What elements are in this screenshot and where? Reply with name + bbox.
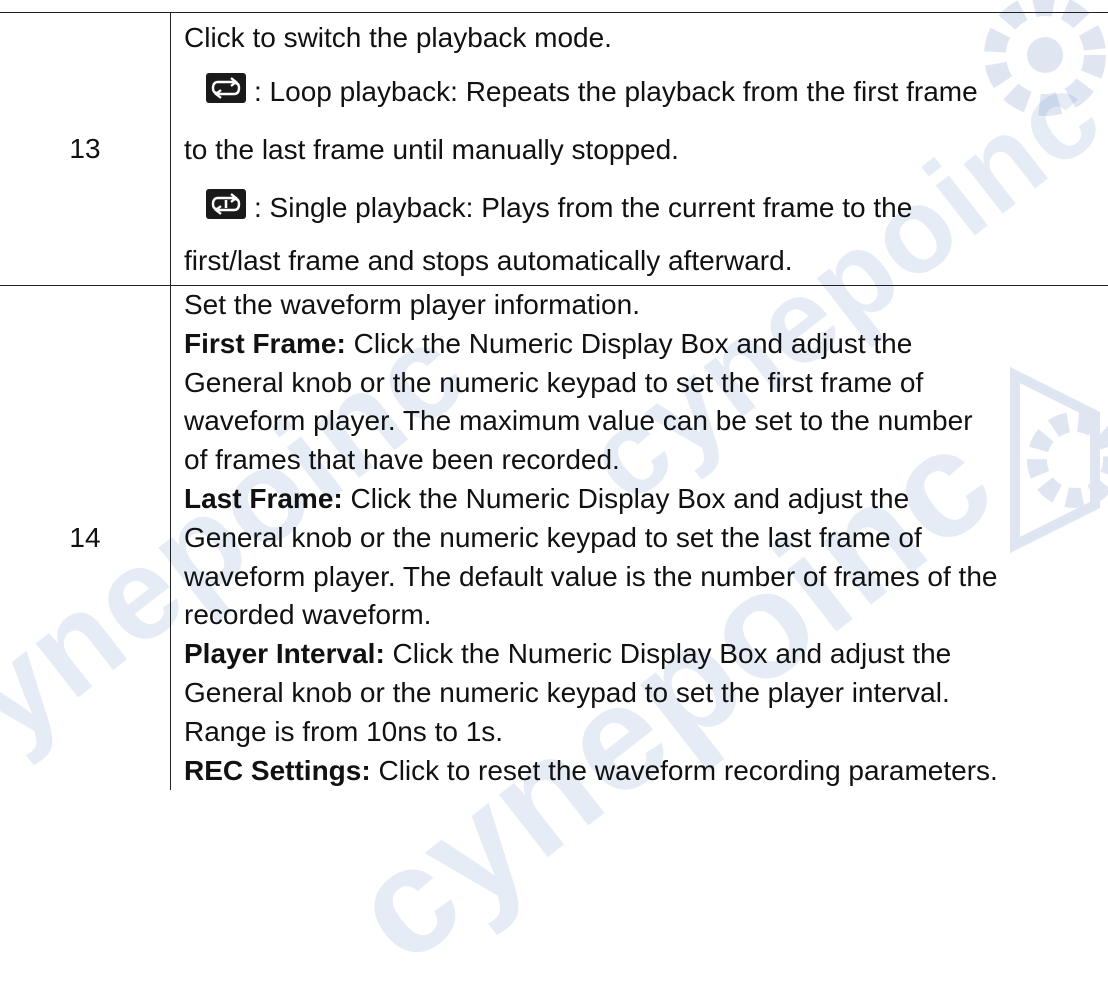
player-interval-term: Player Interval: [184, 638, 385, 669]
first-frame-line: First Frame: Click the Numeric Display B… [184, 325, 1108, 364]
first-frame-line: General knob or the numeric keypad to se… [184, 364, 1108, 403]
row-intro: Click to switch the playback mode. [184, 13, 1108, 63]
row-description: Click to switch the playback mode. : Loo… [171, 13, 1108, 286]
loop-mode-line: : Loop playback: Repeats the playback fr… [184, 63, 1108, 121]
loop-playback-icon [206, 73, 246, 103]
single-mode-line: : Single playback: Plays from the curren… [184, 179, 1108, 237]
description-table: 13 Click to switch the playback mode. : … [0, 12, 1108, 790]
single-playback-icon [206, 189, 246, 219]
last-frame-text: Click the Numeric Display Box and adjust… [343, 483, 909, 514]
table-row: 13 Click to switch the playback mode. : … [0, 13, 1108, 286]
last-frame-line: Last Frame: Click the Numeric Display Bo… [184, 480, 1108, 519]
first-frame-text: Click the Numeric Display Box and adjust… [346, 328, 912, 359]
row-description: Set the waveform player information. Fir… [171, 286, 1108, 791]
last-frame-line: recorded waveform. [184, 596, 1108, 635]
row-number: 14 [0, 286, 171, 791]
last-frame-term: Last Frame: [184, 483, 343, 514]
last-frame-line: waveform player. The default value is th… [184, 558, 1108, 597]
player-interval-line: General knob or the numeric keypad to se… [184, 674, 1108, 713]
loop-mode-text: : Loop playback: Repeats the playback fr… [254, 76, 978, 107]
row-intro: Set the waveform player information. [184, 286, 1108, 325]
first-frame-line: waveform player. The maximum value can b… [184, 402, 1108, 441]
player-interval-line: Player Interval: Click the Numeric Displ… [184, 635, 1108, 674]
player-interval-text: Click the Numeric Display Box and adjust… [385, 638, 951, 669]
first-frame-line: of frames that have been recorded. [184, 441, 1108, 480]
rec-settings-term: REC Settings: [184, 755, 371, 786]
rec-settings-text: Click to reset the waveform recording pa… [371, 755, 998, 786]
single-mode-line-2: first/last frame and stops automatically… [184, 237, 1108, 285]
row-number: 13 [0, 13, 171, 286]
player-interval-line: Range is from 10ns to 1s. [184, 713, 1108, 752]
rec-settings-line: REC Settings: Click to reset the wavefor… [184, 752, 1108, 791]
first-frame-term: First Frame: [184, 328, 346, 359]
single-mode-text: : Single playback: Plays from the curren… [254, 192, 912, 223]
loop-mode-line-2: to the last frame until manually stopped… [184, 121, 1108, 179]
table-row: 14 Set the waveform player information. … [0, 286, 1108, 791]
last-frame-line: General knob or the numeric keypad to se… [184, 519, 1108, 558]
